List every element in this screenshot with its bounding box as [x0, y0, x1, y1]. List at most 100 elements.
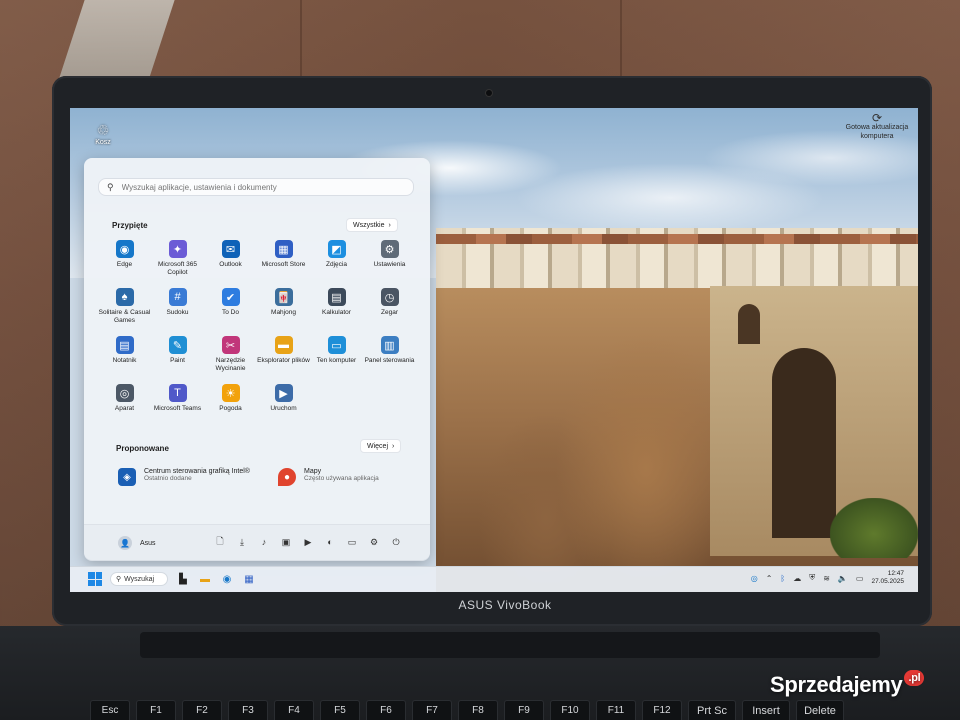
- security-icon[interactable]: ⛨: [809, 573, 815, 583]
- more-button[interactable]: Więcej ›: [360, 439, 402, 453]
- pinned-app[interactable]: # Sudoku: [151, 288, 204, 328]
- gear-icon: ⚙: [380, 240, 399, 258]
- copilot-tray-icon[interactable]: ◎: [751, 574, 758, 583]
- taskbar-left: ⚲ Wyszukaj ▙ ▬ ◉ ▦: [88, 572, 256, 586]
- pinned-app[interactable]: ♠ Solitaire & Casual Games: [98, 288, 151, 328]
- downloads-icon[interactable]: ⤓: [236, 536, 248, 548]
- store-icon[interactable]: ▦: [242, 572, 256, 586]
- taskbar-search[interactable]: ⚲ Wyszukaj: [110, 572, 168, 586]
- recycle-bin-label: Kosz: [95, 139, 111, 146]
- pinned-app[interactable]: ▤ Kalkulator: [310, 288, 363, 328]
- file-explorer-icon[interactable]: ▬: [198, 572, 212, 586]
- task-view-icon[interactable]: ▙: [176, 572, 190, 586]
- pinned-app[interactable]: ◩ Zdjęcia: [310, 240, 363, 280]
- start-search-input[interactable]: [119, 181, 394, 193]
- laptop-screen: ♲ Kosz ⟳ Gotowa aktualizacja komputera ⚲…: [70, 108, 918, 592]
- power-icon[interactable]: ⏻: [390, 536, 402, 548]
- pinned-app[interactable]: ✔ To Do: [204, 288, 257, 328]
- pinned-app[interactable]: ✉ Outlook: [204, 240, 257, 280]
- battery-icon[interactable]: ▭: [856, 574, 864, 583]
- wallpaper-roofs: [436, 234, 918, 244]
- pinned-app-label: Zdjęcia: [326, 261, 347, 268]
- pinned-app-label: Panel sterowania: [364, 357, 415, 364]
- pinned-app-label: Microsoft Store: [261, 261, 306, 268]
- clock-date: 27.05.2025: [871, 578, 904, 585]
- intel-graphics-icon: ◈: [118, 468, 136, 486]
- maps-icon: ●: [278, 468, 296, 486]
- settings-gear-icon[interactable]: ⚙: [368, 536, 380, 548]
- bluetooth-icon[interactable]: ᛒ: [780, 574, 785, 583]
- recommended-item[interactable]: ● Mapy Często używana aplikacja: [278, 468, 379, 486]
- search-icon: ⚲: [116, 576, 122, 583]
- pictures-icon[interactable]: ▣: [280, 536, 292, 548]
- pinned-app-label: Edge: [116, 261, 133, 268]
- start-search-box[interactable]: ⚲: [98, 178, 414, 196]
- pinned-app-label: Mahjong: [271, 309, 296, 316]
- pinned-app[interactable]: ▬ Eksplorator plików: [257, 336, 310, 376]
- pinned-apps-grid: ◉ Edge ✦ Microsoft 365 Copilot ✉ Outlook ▦ Micr…: [98, 240, 418, 424]
- run-icon: ▶: [274, 384, 293, 402]
- pinned-app[interactable]: ▶ Uruchom: [257, 384, 310, 424]
- pinned-app[interactable]: ▦ Microsoft Store: [257, 240, 310, 280]
- pinned-app[interactable]: ✎ Paint: [151, 336, 204, 376]
- start-menu: ⚲ Przypięte Wszystkie › ◉ Edge ✦ Microsoft …: [84, 158, 430, 561]
- keyboard-key: F1: [136, 700, 176, 720]
- camera-icon: ◎: [115, 384, 134, 402]
- pinned-app[interactable]: ◷ Zegar: [363, 288, 416, 328]
- copilot-icon: ✦: [168, 240, 187, 258]
- snipping-icon: ✂: [221, 336, 240, 354]
- chevron-up-icon[interactable]: ⌃: [766, 574, 773, 583]
- pinned-app-label: Kalkulator: [322, 309, 351, 316]
- recommended-item[interactable]: ◈ Centrum sterowania grafiką Intel® Osta…: [118, 468, 250, 486]
- wallpaper-arch-small: [738, 304, 760, 344]
- pinned-app[interactable]: ✦ Microsoft 365 Copilot: [151, 240, 204, 280]
- pinned-app-label: Zegar: [381, 309, 398, 316]
- keyboard-key: F9: [504, 700, 544, 720]
- all-apps-button[interactable]: Wszystkie ›: [346, 218, 398, 232]
- pinned-app[interactable]: ▤ Notatnik: [98, 336, 151, 376]
- videos-icon[interactable]: ▶: [302, 536, 314, 548]
- onedrive-icon[interactable]: ☁: [793, 574, 801, 583]
- file-explorer-icon[interactable]: ▭: [346, 536, 358, 548]
- outlook-icon: ✉: [221, 240, 240, 258]
- desktop-recycle-bin[interactable]: ♲ Kosz: [88, 122, 118, 146]
- documents-icon[interactable]: 🗋: [214, 536, 226, 548]
- music-icon[interactable]: ♪: [258, 536, 270, 548]
- calculator-icon: ▤: [327, 288, 346, 306]
- keyboard-key: Delete: [796, 700, 844, 720]
- clock-icon: ◷: [380, 288, 399, 306]
- pinned-app[interactable]: ☀ Pogoda: [204, 384, 257, 424]
- pinned-app[interactable]: T Microsoft Teams: [151, 384, 204, 424]
- update-notice[interactable]: ⟳ Gotowa aktualizacja komputera: [842, 111, 912, 141]
- laptop-hinge: [140, 632, 880, 658]
- notepad-icon: ▤: [115, 336, 134, 354]
- pinned-app[interactable]: ◉ Edge: [98, 240, 151, 280]
- clock[interactable]: 12:47 27.05.2025: [871, 570, 904, 586]
- pinned-app[interactable]: 🀄 Mahjong: [257, 288, 310, 328]
- todo-icon: ✔: [221, 288, 240, 306]
- pinned-app[interactable]: ◎ Aparat: [98, 384, 151, 424]
- taskbar: ⚲ Wyszukaj ▙ ▬ ◉ ▦ ◎ ⌃ ᛒ ☁ ⛨ ≋ 🔈 ▭ 12:47…: [70, 566, 918, 592]
- wifi-icon[interactable]: ≋: [823, 574, 830, 583]
- pinned-app[interactable]: ⚙ Ustawienia: [363, 240, 416, 280]
- pinned-app[interactable]: ▥ Panel sterowania: [363, 336, 416, 376]
- recommended-item-subtitle: Często używana aplikacja: [304, 475, 379, 482]
- windows-start-icon[interactable]: [88, 572, 102, 586]
- pinned-app[interactable]: ✂ Narzędzie Wycinanie: [204, 336, 257, 376]
- keyboard-key: Prt Sc: [688, 700, 736, 720]
- keyboard-key: F7: [412, 700, 452, 720]
- edge-icon: ◉: [115, 240, 134, 258]
- wallpaper-trees: [830, 498, 918, 558]
- watermark: Sprzedajemy .pl: [770, 670, 925, 698]
- pinned-app[interactable]: ▭ Ten komputer: [310, 336, 363, 376]
- edge-icon[interactable]: ◉: [220, 572, 234, 586]
- network-icon[interactable]: ◐: [324, 536, 336, 548]
- recommended-item-title: Centrum sterowania grafiką Intel®: [144, 468, 250, 475]
- user-account-button[interactable]: 👤 Asus: [118, 536, 156, 550]
- volume-icon[interactable]: 🔈: [838, 574, 848, 583]
- start-footer-icons: 🗋 ⤓ ♪ ▣ ▶ ◐ ▭ ⚙ ⏻: [214, 536, 402, 548]
- chevron-right-icon: ›: [392, 442, 395, 450]
- folder-icon: ▬: [274, 336, 293, 354]
- refresh-icon: ⟳: [871, 111, 883, 125]
- keyboard-key: F6: [366, 700, 406, 720]
